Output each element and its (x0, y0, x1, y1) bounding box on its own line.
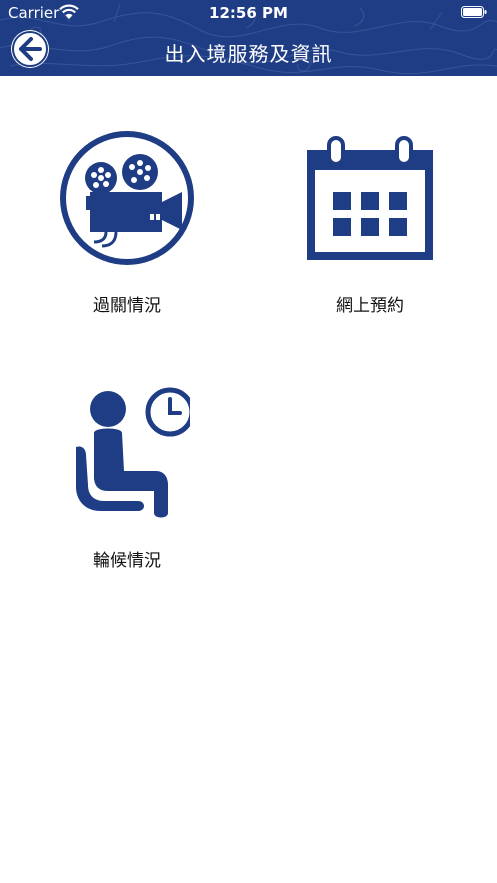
menu-item-queue-status[interactable]: 輪候情況 (27, 385, 227, 571)
status-bar: Carrier 12:56 PM (0, 0, 497, 26)
video-camera-icon (60, 131, 194, 265)
menu-item-border-crossing[interactable]: 過關情況 (27, 130, 227, 316)
menu-item-label: 過關情況 (93, 296, 161, 316)
screen: Carrier 12:56 PM 出入境服務及資訊 過關情況 網上預約 輪候情況 (0, 0, 497, 883)
menu-item-label: 網上預約 (336, 296, 404, 316)
page-title: 出入境服務及資訊 (164, 42, 333, 66)
calendar-icon (307, 136, 433, 260)
waiting-person-clock-icon (76, 387, 195, 518)
menu-item-online-appointment[interactable]: 網上預約 (270, 130, 470, 316)
battery-icon (461, 6, 487, 18)
menu-item-label: 輪候情況 (93, 551, 161, 571)
clock-label: 12:56 PM (209, 4, 288, 22)
navigation-header: Carrier 12:56 PM 出入境服務及資訊 (0, 0, 497, 76)
